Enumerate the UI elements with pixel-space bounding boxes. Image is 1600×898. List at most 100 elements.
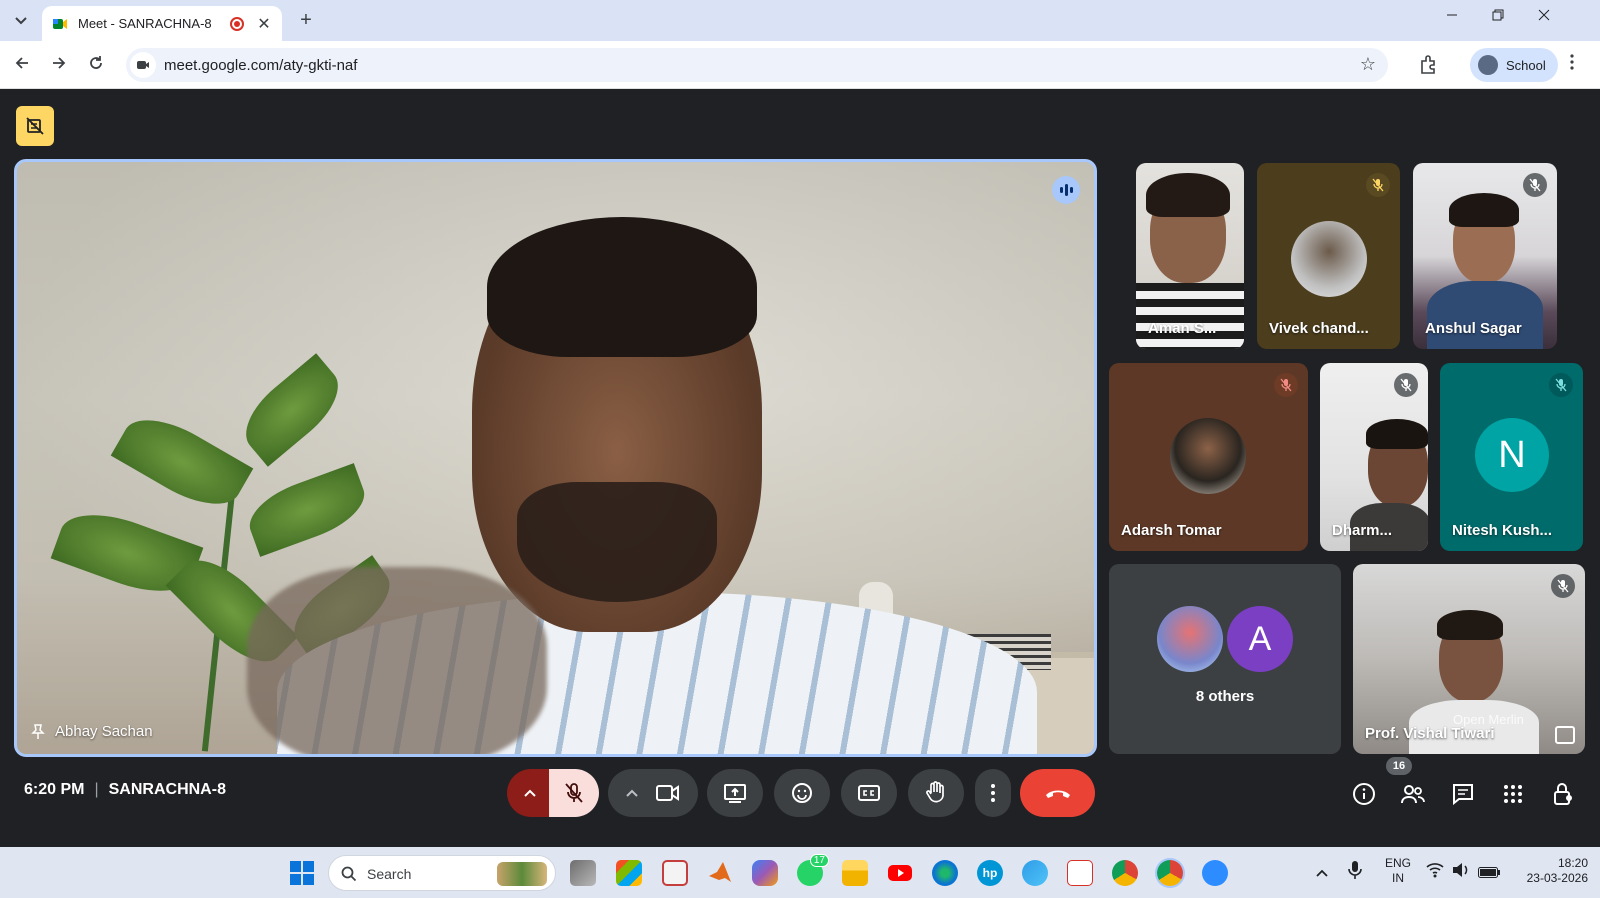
restore-icon: [1492, 9, 1504, 21]
snipping-tool-icon[interactable]: [662, 860, 688, 886]
mic-off-icon: [565, 783, 583, 803]
microphone-tray-icon[interactable]: [1348, 860, 1362, 885]
system-clock[interactable]: 18:20 23-03-2026: [1508, 856, 1588, 886]
file-explorer-icon[interactable]: [842, 860, 868, 886]
participant-name: Dharm...: [1332, 522, 1393, 539]
participant-tile-dharm[interactable]: Dharm...: [1320, 363, 1428, 551]
wifi-icon[interactable]: [1426, 862, 1444, 883]
host-controls-button[interactable]: [1548, 779, 1578, 809]
bookmark-star-icon[interactable]: ☆: [1360, 54, 1376, 75]
edge-icon[interactable]: [932, 860, 958, 886]
profile-chip[interactable]: School: [1470, 48, 1558, 82]
hang-up-icon: [1045, 790, 1070, 798]
more-vert-icon: [991, 784, 995, 802]
browser-tabstrip: Meet - SANRACHNA-8 ✕ +: [0, 0, 1600, 41]
participant-tile-adarsh[interactable]: Adarsh Tomar: [1109, 363, 1308, 551]
lock-person-icon: [1554, 783, 1572, 805]
microphone-toggle-button[interactable]: [549, 769, 599, 817]
tab-search-button[interactable]: [8, 9, 34, 33]
close-icon: [1538, 9, 1550, 21]
others-tile[interactable]: A 8 others: [1109, 564, 1341, 754]
pdf-reader-icon[interactable]: [1067, 860, 1093, 886]
arrow-left-icon: [15, 57, 28, 69]
participant-name: Prof. Vishal Tiwari: [1365, 725, 1495, 742]
captions-button[interactable]: [841, 769, 897, 817]
hp-icon[interactable]: hp: [977, 860, 1003, 886]
people-button[interactable]: [1398, 779, 1428, 809]
browser-menu-button[interactable]: [1570, 54, 1574, 75]
chrome-active-icon[interactable]: [1157, 860, 1183, 886]
restore-button[interactable]: [1478, 8, 1518, 25]
video-off-notice-button[interactable]: [16, 106, 54, 146]
browser-toolbar: meet.google.com/aty-gkti-naf ☆ School: [0, 41, 1600, 89]
windows-start-icon[interactable]: [289, 860, 315, 886]
minimize-icon: [1447, 14, 1457, 16]
forward-button[interactable]: [47, 53, 71, 77]
extensions-icon[interactable]: [1418, 54, 1440, 76]
tab-close-icon[interactable]: ✕: [256, 14, 272, 34]
participant-name: Vivek chand...: [1269, 320, 1369, 337]
raise-hand-button[interactable]: [908, 769, 964, 817]
participant-tile-aman[interactable]: Aman S...: [1136, 163, 1244, 349]
present-screen-icon: [724, 784, 746, 803]
speaking-indicator-icon: [1052, 176, 1080, 204]
participant-tile-nitesh[interactable]: N Nitesh Kush...: [1440, 363, 1583, 551]
participant-tile-vivek[interactable]: Vivek chand...: [1257, 163, 1400, 349]
site-info-icon[interactable]: [130, 52, 156, 78]
activities-button[interactable]: [1498, 779, 1528, 809]
main-speaker-tile[interactable]: Abhay Sachan: [14, 159, 1097, 757]
taskbar-search[interactable]: Search: [328, 855, 556, 891]
meet-favicon-icon: [52, 16, 68, 32]
address-bar[interactable]: meet.google.com/aty-gkti-naf ☆: [126, 48, 1388, 82]
chat-button[interactable]: [1448, 779, 1478, 809]
language-indicator[interactable]: ENG IN: [1382, 856, 1414, 886]
pin-icon[interactable]: [31, 723, 45, 740]
camera-toggle-button[interactable]: [608, 769, 698, 817]
close-window-button[interactable]: [1524, 8, 1564, 25]
youtube-icon[interactable]: [887, 860, 913, 886]
present-screen-button[interactable]: [707, 769, 763, 817]
participant-name: Aman S...: [1148, 320, 1217, 337]
meeting-info-text: 6:20 PM | SANRACHNA-8: [24, 781, 226, 798]
pip-icon[interactable]: [1555, 726, 1575, 744]
whatsapp-badge: 17: [809, 854, 829, 867]
search-highlight-image: [497, 862, 547, 886]
more-vert-icon: [1570, 54, 1574, 70]
participant-avatar: [1170, 418, 1246, 494]
microsoft-store-icon[interactable]: [616, 860, 642, 886]
meeting-time: 6:20 PM: [24, 781, 85, 798]
speaker-hand: [247, 567, 547, 754]
copilot-icon[interactable]: [752, 860, 778, 886]
audio-options-button[interactable]: [507, 769, 553, 817]
back-button[interactable]: [10, 53, 34, 77]
participant-tile-vishal[interactable]: Open Merlin Prof. Vishal Tiwari: [1353, 564, 1585, 754]
new-tab-button[interactable]: +: [294, 9, 318, 32]
participant-name: Nitesh Kush...: [1452, 522, 1553, 539]
show-hidden-icons-button[interactable]: [1316, 864, 1328, 882]
recording-indicator-icon: [230, 16, 244, 31]
zoom-icon[interactable]: [1202, 860, 1228, 886]
participant-tile-anshul[interactable]: Anshul Sagar: [1413, 163, 1557, 349]
system-date: 23-03-2026: [1526, 871, 1588, 885]
browser-tab-meet[interactable]: Meet - SANRACHNA-8 ✕: [42, 6, 282, 41]
speaker-beard: [517, 482, 717, 602]
leave-call-button[interactable]: [1020, 769, 1095, 817]
volume-icon[interactable]: [1452, 862, 1470, 883]
whatsapp-icon[interactable]: 17: [797, 854, 829, 886]
search-placeholder: Search: [367, 866, 412, 882]
telegram-icon[interactable]: [1022, 860, 1048, 886]
muted-mic-icon: [1274, 373, 1298, 397]
matlab-icon[interactable]: [707, 860, 733, 886]
captions-icon: [858, 785, 880, 801]
camera-icon: [656, 785, 679, 801]
meeting-details-button[interactable]: [1349, 779, 1379, 809]
muted-mic-icon: [1551, 574, 1575, 598]
battery-icon[interactable]: [1478, 865, 1500, 883]
reload-button[interactable]: [84, 53, 108, 77]
more-options-button[interactable]: [975, 769, 1011, 817]
task-view-icon[interactable]: [570, 860, 596, 886]
emoji-icon: [792, 783, 812, 803]
reactions-button[interactable]: [774, 769, 830, 817]
chrome-icon[interactable]: [1112, 860, 1138, 886]
minimize-button[interactable]: [1432, 8, 1472, 25]
